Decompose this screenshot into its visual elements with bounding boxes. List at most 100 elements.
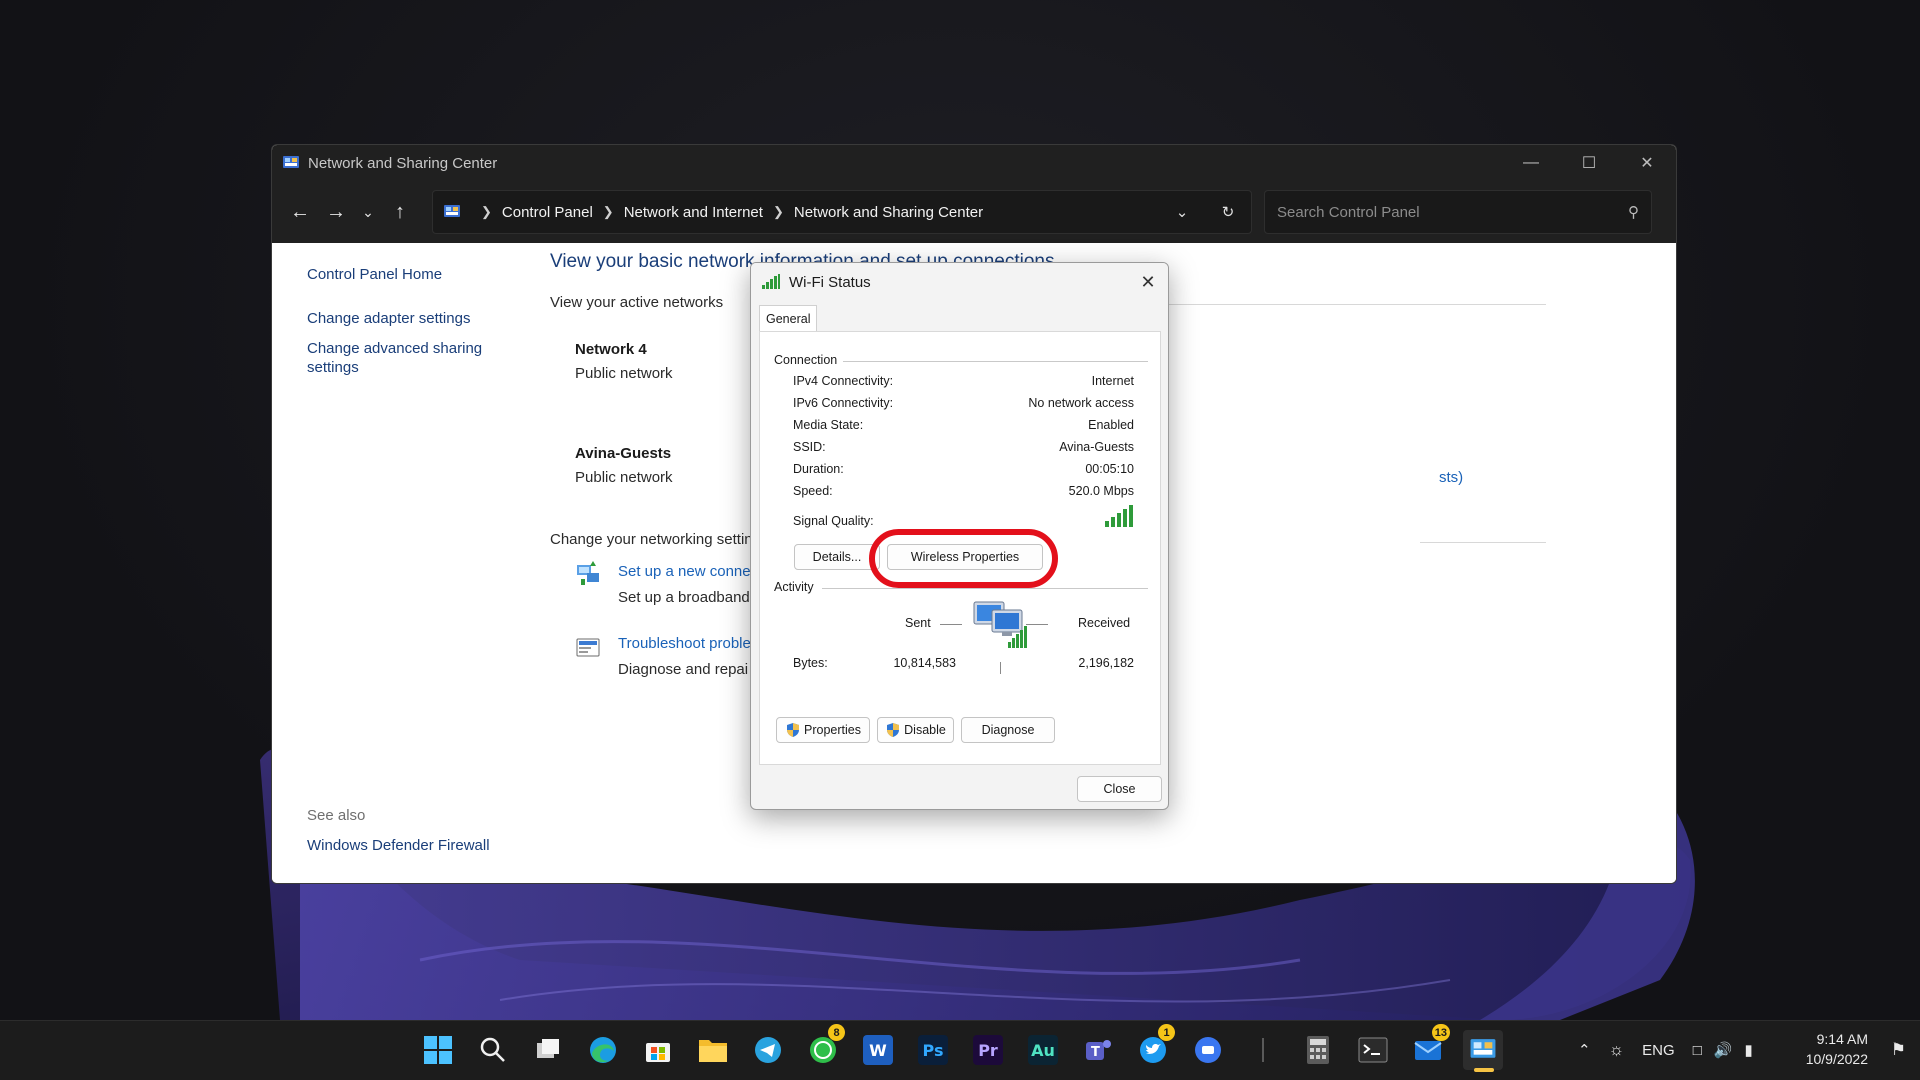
active-app-indicator — [1474, 1068, 1494, 1072]
close-icon: ✕ — [1640, 155, 1654, 172]
whatsapp-app[interactable]: 8 — [803, 1024, 845, 1070]
network-type: Public network — [575, 469, 673, 486]
search-input[interactable] — [1277, 203, 1628, 221]
nav-change-advanced-sharing-settings[interactable]: settings — [307, 358, 359, 378]
address-bar[interactable]: ❯ Control Panel ❯ Network and Internet ❯… — [432, 190, 1252, 234]
forward-button[interactable]: → — [318, 194, 354, 230]
control-panel-icon — [1470, 1039, 1496, 1058]
search-box[interactable]: ⚲ — [1264, 190, 1652, 234]
word-app[interactable]: W — [858, 1030, 898, 1070]
clock[interactable]: 9:14 AM 10/9/2022 — [1806, 1029, 1868, 1069]
duration-label: Duration: — [793, 462, 844, 476]
disable-button[interactable]: Disable — [877, 717, 954, 743]
chevron-right-icon: ❯ — [602, 204, 614, 219]
file-explorer-app[interactable] — [693, 1030, 733, 1070]
search-icon[interactable]: ⚲ — [1628, 203, 1639, 221]
breadcrumb-network-sharing-center[interactable]: Network and Sharing Center — [794, 204, 983, 221]
task-view-button[interactable] — [528, 1030, 568, 1070]
battery-icon[interactable]: ▮ — [1744, 1041, 1752, 1059]
word-icon: W — [863, 1035, 893, 1065]
folder-icon — [699, 1040, 727, 1062]
calculator-app[interactable] — [1298, 1030, 1338, 1070]
brightness-icon[interactable]: ☼ — [1609, 1040, 1625, 1060]
troubleshoot-description: Diagnose and repai — [618, 661, 749, 678]
nav-change-advanced-sharing[interactable]: Change advanced sharing — [307, 339, 482, 359]
edge-app[interactable] — [583, 1030, 623, 1070]
clock-time: 9:14 AM — [1816, 1031, 1868, 1047]
photoshop-app[interactable]: Ps — [913, 1030, 953, 1070]
signal-quality-row: Signal Quality: — [793, 505, 1134, 528]
chevron-up-icon[interactable]: ⌃ — [1578, 1041, 1591, 1059]
breadcrumb-control-panel[interactable]: Control Panel — [502, 204, 593, 221]
see-also-label: See also — [307, 807, 366, 824]
nav-control-panel-home[interactable]: Control Panel Home — [307, 265, 442, 285]
network-type: Public network — [575, 365, 673, 382]
notification-icon[interactable]: ⚑ — [1891, 1040, 1906, 1060]
signal-quality-label: Signal Quality: — [793, 514, 874, 528]
network-icon[interactable]: □ — [1693, 1042, 1702, 1059]
terminal-icon — [1358, 1037, 1388, 1063]
divider — [1420, 542, 1546, 543]
search-icon — [480, 1037, 505, 1062]
tab-general[interactable]: General — [759, 305, 818, 331]
mail-badge: 13 — [1431, 1024, 1450, 1041]
language-indicator[interactable]: ENG — [1642, 1042, 1675, 1059]
start-button[interactable] — [418, 1030, 458, 1070]
system-tray: ⌃ ☼ ENG □ 🔊 ▮ — [1578, 1020, 1753, 1080]
wireless-properties-highlight — [869, 529, 1058, 588]
ssid-label: SSID: — [793, 440, 826, 454]
mail-app[interactable]: 13 — [1408, 1024, 1450, 1070]
connection-group-line — [842, 361, 1148, 362]
uac-shield-icon — [887, 723, 900, 737]
telegram-app[interactable] — [748, 1030, 788, 1070]
back-button[interactable]: ← — [282, 194, 318, 230]
dialog-close-icon[interactable]: ✕ — [1128, 272, 1168, 293]
chevron-right-icon: ❯ — [772, 204, 784, 219]
teams-app[interactable]: T — [1078, 1030, 1118, 1070]
arrow-right-icon: → — [326, 200, 346, 223]
troubleshoot-link[interactable]: Troubleshoot proble — [618, 635, 751, 652]
control-panel-icon — [283, 156, 299, 168]
refresh-button[interactable]: ↻ — [1205, 191, 1251, 233]
nav-change-adapter-settings[interactable]: Change adapter settings — [307, 309, 470, 329]
control-panel-app[interactable] — [1463, 1030, 1503, 1070]
dialog-close-button[interactable]: Close — [1077, 776, 1162, 802]
volume-icon[interactable]: 🔊 — [1714, 1041, 1733, 1059]
sent-label: Sent — [905, 616, 931, 630]
task-view-icon — [537, 1039, 559, 1058]
close-button[interactable]: ✕ — [1618, 145, 1676, 181]
whatsapp-badge: 8 — [828, 1024, 845, 1041]
active-networks-label: View your active networks — [550, 294, 724, 311]
taskbar-search-button[interactable] — [473, 1030, 513, 1070]
chat-app[interactable] — [1188, 1030, 1228, 1070]
minimize-button[interactable]: — — [1502, 145, 1560, 181]
speed-value: 520.0 Mbps — [1068, 484, 1134, 498]
windows-defender-firewall-link[interactable]: Windows Defender Firewall — [307, 837, 490, 854]
properties-button[interactable]: Properties — [776, 717, 870, 743]
duration-value: 00:05:10 — [1085, 462, 1134, 476]
audition-icon: Au — [1028, 1035, 1058, 1065]
twitter-app[interactable]: 1 — [1133, 1024, 1175, 1070]
store-app[interactable] — [638, 1030, 678, 1070]
media-state-value: Enabled — [1088, 418, 1134, 432]
maximize-icon: ☐ — [1581, 155, 1597, 172]
recent-locations-button[interactable]: ⌄ — [354, 194, 382, 230]
premiere-app[interactable]: Pr — [968, 1030, 1008, 1070]
maximize-button[interactable]: ☐ — [1560, 145, 1618, 181]
premiere-icon: Pr — [973, 1035, 1003, 1065]
wifi-connection-link[interactable]: sts) — [1439, 469, 1463, 486]
chevron-down-icon: ⌄ — [1175, 204, 1189, 221]
navigation-toolbar: ← → ⌄ ↑ ❯ Control Panel ❯ Network and In… — [272, 181, 1676, 243]
details-button[interactable]: Details... — [794, 544, 880, 570]
audition-app[interactable]: Au — [1023, 1030, 1063, 1070]
terminal-app[interactable] — [1353, 1030, 1393, 1070]
diagnose-button[interactable]: Diagnose — [961, 717, 1055, 743]
troubleshoot-icon — [576, 638, 600, 657]
address-dropdown-button[interactable]: ⌄ — [1159, 191, 1205, 233]
breadcrumb-network-internet[interactable]: Network and Internet — [624, 204, 763, 221]
up-button[interactable]: ↑ — [382, 194, 418, 230]
bytes-sent-value: 10,814,583 — [893, 656, 956, 670]
setup-connection-link[interactable]: Set up a new connec — [618, 563, 758, 580]
window-title: Network and Sharing Center — [308, 154, 498, 172]
twitter-badge: 1 — [1158, 1024, 1175, 1041]
